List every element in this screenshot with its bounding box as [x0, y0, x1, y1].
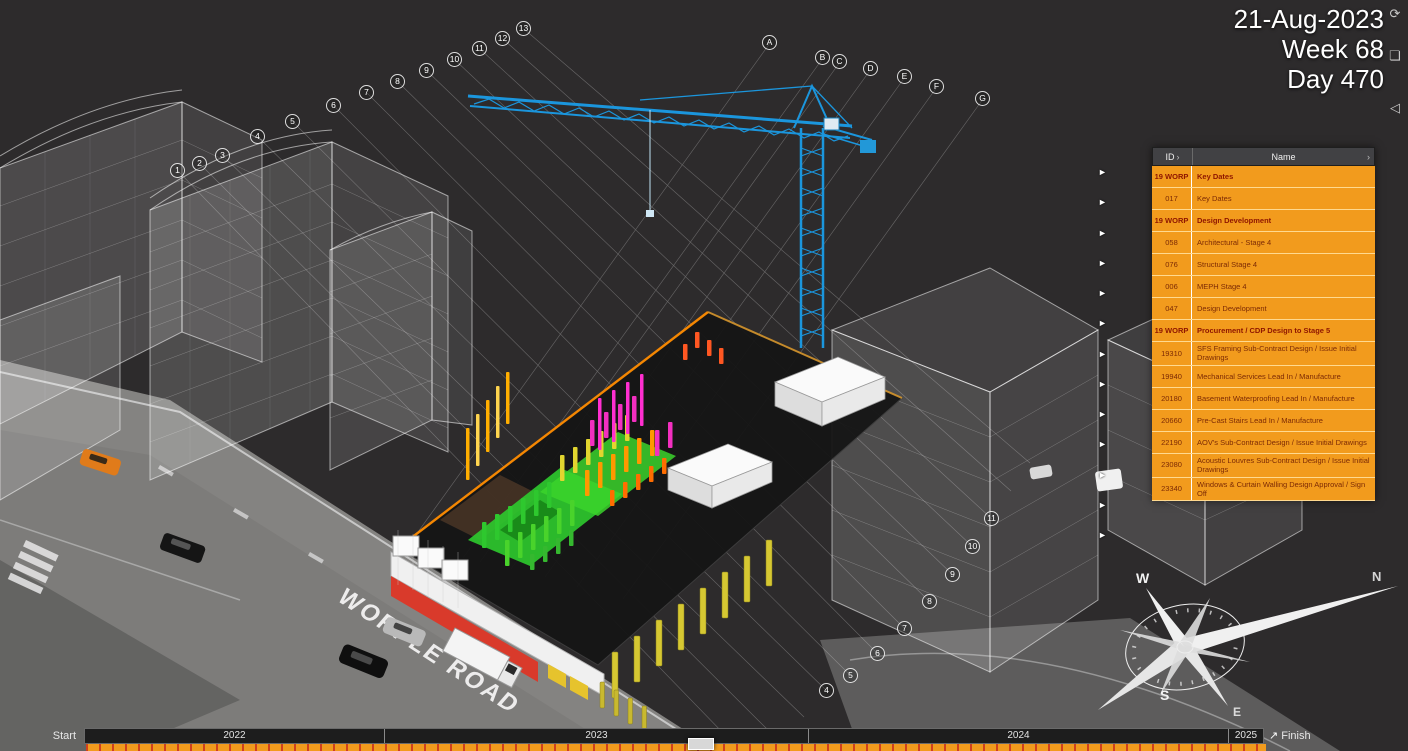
grid-bubble-number: 4 [819, 683, 834, 698]
task-row[interactable]: 017 Key Dates [1152, 188, 1375, 210]
task-row[interactable]: 076 Structural Stage 4 [1152, 254, 1375, 276]
timeline-start-label: Start [52, 729, 76, 742]
collapse-icon[interactable]: ◁ [1386, 100, 1404, 116]
grid-bubble-number: 8 [390, 74, 405, 89]
grid-bubble-letter: A [762, 35, 777, 50]
grid-bubble-number: 3 [215, 148, 230, 163]
task-table-panel: ID › Name › 19 WORP Key Dates 017 Key Date… [1152, 147, 1375, 502]
task-row[interactable]: 006 MEPH Stage 4 [1152, 276, 1375, 298]
grid-bubble-letter: C [832, 54, 847, 69]
task-row[interactable]: 20180 Basement Waterproofing Lead In / Ma… [1152, 387, 1375, 410]
timeline-task-strip[interactable] [86, 744, 1266, 751]
milestone-arrow-icon: ► [1098, 288, 1107, 298]
grid-bubble-number: 8 [922, 594, 937, 609]
playback-hud: 21-Aug-2023 Week 68 Day 470 [1234, 4, 1384, 94]
task-row[interactable]: 047 Design Development [1152, 298, 1375, 320]
milestone-arrows: ► ► ► ► ► ► ► ► ► ► ► ► ► [1098, 168, 1107, 540]
grid-bubble-number: 12 [495, 31, 510, 46]
grid-bubble-number: 7 [897, 621, 912, 636]
hud-day: Day 470 [1287, 64, 1384, 95]
grid-bubble-number: 6 [870, 646, 885, 661]
grid-bubble-number: 10 [447, 52, 462, 67]
task-table-header: ID › Name › [1152, 147, 1375, 166]
grid-bubble-number: 1 [170, 163, 185, 178]
grid-bubble-number: 10 [965, 539, 980, 554]
milestone-arrow-icon: ► [1098, 257, 1107, 268]
column-header-id[interactable]: ID › [1153, 148, 1193, 165]
task-row[interactable]: 19 WORP Key Dates [1152, 166, 1375, 188]
grid-bubble-number: 7 [359, 85, 374, 100]
viewport-3d[interactable]: WORPLE ROAD N E S W 1 2 3 4 5 6 7 8 9 10… [0, 0, 1408, 751]
milestone-arrow-icon: ► [1098, 469, 1107, 480]
grid-bubble-number: 11 [472, 41, 487, 56]
compass-west-label: W [1136, 570, 1150, 586]
task-row[interactable]: 19 WORP Design Development [1152, 210, 1375, 232]
hud-week: Week 68 [1281, 34, 1384, 65]
chevron-right-icon: › [1367, 151, 1370, 162]
compass-east-label: E [1233, 705, 1241, 719]
grid-bubble-number: 4 [250, 129, 265, 144]
grid-bubble-letter: G [975, 91, 990, 106]
milestone-arrow-icon: ► [1098, 409, 1107, 419]
milestone-arrow-icon: ► [1098, 348, 1107, 359]
grid-bubble-number: 2 [192, 156, 207, 171]
grid-bubble-number: 5 [843, 668, 858, 683]
finish-arrow-icon: ↗ [1269, 730, 1279, 742]
task-table-body: 19 WORP Key Dates 017 Key Dates 19 WORP Des… [1152, 166, 1375, 502]
grid-bubble-letter: F [929, 79, 944, 94]
compass-south-label: S [1160, 687, 1169, 703]
grid-bubble-number: 9 [419, 63, 434, 78]
grid-bubble-number: 6 [326, 98, 341, 113]
timeline-year-2022[interactable]: 2022 [85, 728, 385, 743]
task-row[interactable]: 23080 Acoustic Louvres Sub-Contract Desig… [1152, 453, 1375, 478]
timeline-year-2023[interactable]: 2023 [385, 728, 809, 743]
task-row[interactable]: 19 WORP Procurement / CDP Design to Stage… [1152, 320, 1375, 342]
column-header-name[interactable]: Name › [1193, 148, 1374, 165]
milestone-arrow-icon: ► [1098, 318, 1107, 329]
grid-bubble-letter: D [863, 61, 878, 76]
orbit-icon[interactable]: ⟳ [1386, 6, 1404, 22]
milestone-arrow-icon: ► [1098, 530, 1107, 540]
layers-icon[interactable]: ❏ [1386, 48, 1404, 64]
grid-bubble-number: 11 [984, 511, 999, 526]
task-row[interactable]: 058 Architectural - Stage 4 [1152, 232, 1375, 254]
timeline-playhead[interactable] [688, 738, 714, 750]
milestone-arrow-icon: ► [1098, 499, 1107, 510]
milestone-arrow-icon: ► [1098, 167, 1107, 177]
timeline-year-2024[interactable]: 2024 [809, 728, 1229, 743]
timeline-years[interactable]: 2022 2023 2024 2025 [84, 727, 1264, 744]
timeline-finish-label: Finish [1281, 729, 1311, 742]
milestone-arrow-icon: ► [1098, 378, 1107, 389]
grid-bubble-number: 13 [516, 21, 531, 36]
grid-bubble-letter: E [897, 69, 912, 84]
grid-bubble-letter: B [815, 50, 830, 65]
milestone-arrow-icon: ► [1098, 227, 1107, 238]
chevron-right-icon: › [1176, 151, 1180, 162]
grid-bubble-number: 5 [285, 114, 300, 129]
grid-bubble-number: 9 [945, 567, 960, 582]
compass-north-label: N [1372, 569, 1381, 584]
task-row[interactable]: 22190 AOV's Sub-Contract Design / Issue I… [1152, 431, 1375, 454]
task-row[interactable]: 19940 Mechanical Services Lead In / Manuf… [1152, 365, 1375, 388]
task-row[interactable]: 23340 Windows & Curtain Walling Design Ap… [1152, 477, 1375, 502]
task-row[interactable]: 20660 Pre-Cast Stairs Lead In / Manufactu… [1152, 409, 1375, 432]
milestone-arrow-icon: ► [1098, 439, 1107, 450]
hud-date: 21-Aug-2023 [1233, 4, 1384, 34]
milestone-arrow-icon: ► [1098, 197, 1107, 208]
task-row[interactable]: 19310 SFS Framing Sub-Contract Design / I… [1152, 342, 1375, 366]
timeline-year-2025[interactable]: 2025 [1229, 729, 1263, 743]
